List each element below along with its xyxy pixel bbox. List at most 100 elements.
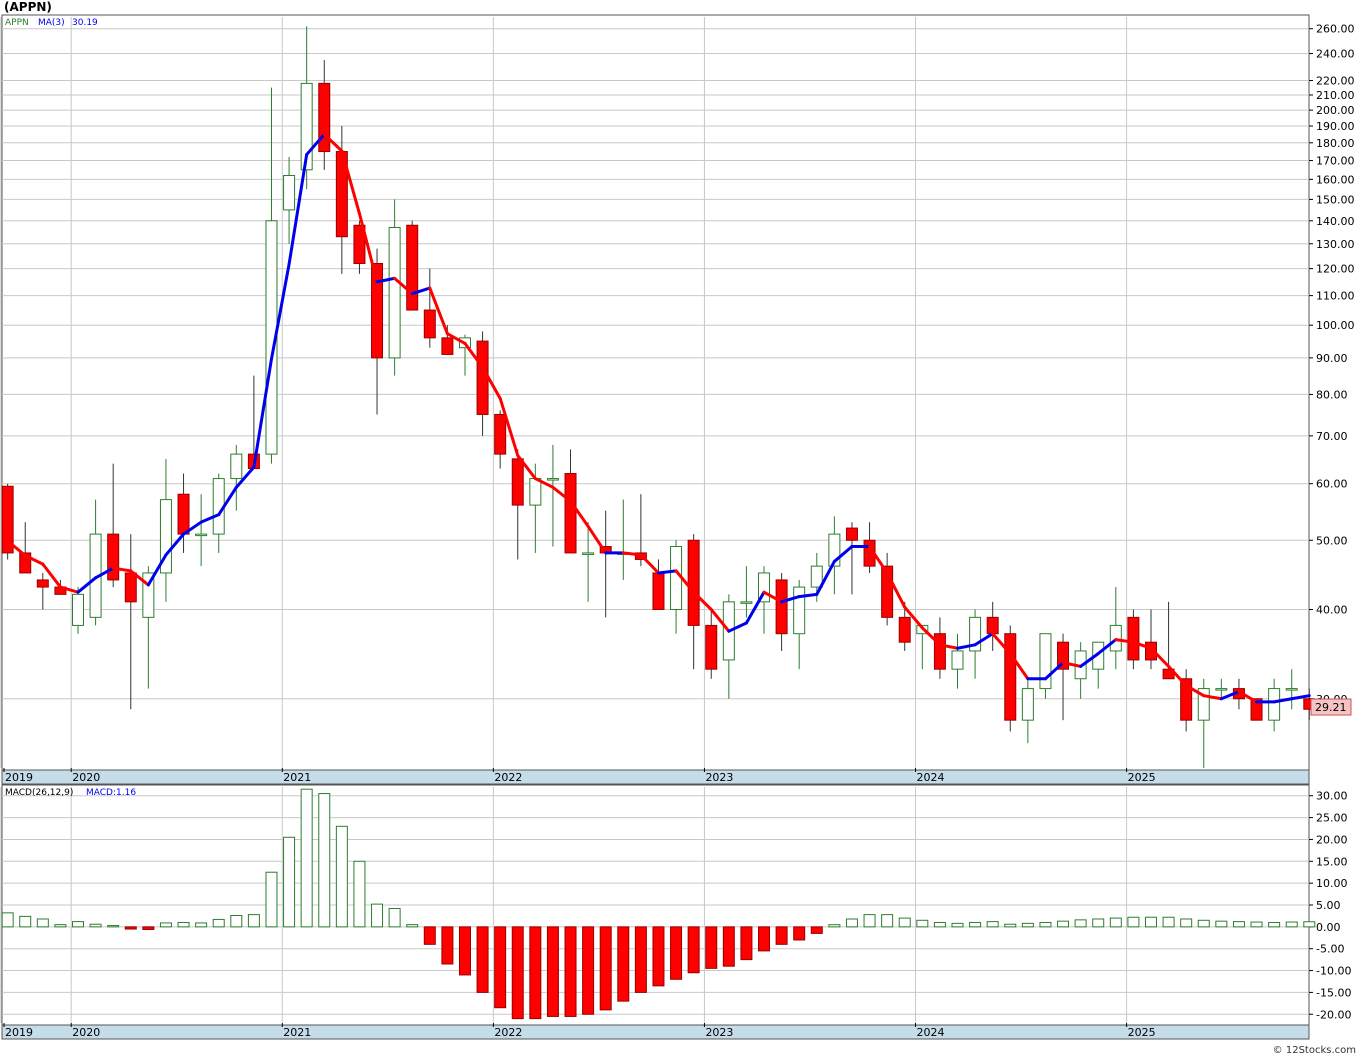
macd-bar — [599, 926, 612, 1011]
candle-body — [898, 616, 911, 643]
macd-bar — [634, 926, 647, 993]
price-tick-label: 120.00 — [1316, 263, 1355, 276]
macd-bar — [212, 918, 225, 928]
macd-bar — [916, 919, 929, 928]
macd-bar — [423, 926, 436, 945]
x-tick-label: 2023 — [705, 1026, 733, 1039]
legend-ma-value: 30.19 — [72, 18, 98, 28]
price-tick-label: 240.00 — [1316, 48, 1355, 61]
candle-body — [107, 533, 120, 581]
candle-body — [1039, 633, 1052, 690]
price-tick-label: 140.00 — [1316, 215, 1355, 228]
legend-ma: MA(3) — [38, 18, 65, 28]
candle-body — [986, 616, 999, 635]
macd-bar — [441, 926, 454, 965]
candle-body — [740, 601, 753, 604]
macd-bar — [124, 926, 137, 930]
macd-bar — [881, 914, 894, 928]
macd-bar — [652, 926, 665, 987]
candle-body — [441, 337, 454, 355]
macd-tick-label: 25.00 — [1316, 812, 1348, 825]
price-tick-label: 160.00 — [1316, 173, 1355, 186]
price-tick-label: 190.00 — [1316, 120, 1355, 133]
price-tick-label: 100.00 — [1316, 319, 1355, 332]
macd-bar — [1092, 918, 1105, 928]
macd-bar — [1, 912, 14, 928]
macd-bar — [1180, 918, 1193, 928]
price-tick-label: 50.00 — [1316, 534, 1348, 547]
macd-bar — [793, 926, 806, 941]
macd-tick-label: 0.00 — [1316, 921, 1341, 934]
macd-bar — [159, 922, 172, 928]
macd-bar — [1144, 916, 1157, 928]
macd-tick-label: -20.00 — [1316, 1008, 1351, 1021]
macd-legend-params: MACD(26,12,9) — [5, 788, 73, 798]
macd-tick-label: 30.00 — [1316, 790, 1348, 803]
price-tick-label: 200.00 — [1316, 104, 1355, 117]
candle-body — [1004, 633, 1017, 721]
macd-bar — [458, 926, 471, 976]
x-tick-label: 2023 — [705, 771, 733, 784]
x-tick-label: 2022 — [494, 1026, 522, 1039]
candle-body — [72, 593, 84, 626]
candle-body — [318, 82, 331, 153]
macd-bar — [1004, 923, 1017, 928]
macd-tick-label: 10.00 — [1316, 877, 1348, 890]
macd-bar — [687, 926, 700, 974]
macd-bar — [36, 918, 49, 928]
macd-bar — [1057, 920, 1070, 928]
macd-bar — [740, 926, 753, 961]
price-tick-label: 80.00 — [1316, 388, 1348, 401]
price-tick-label: 60.00 — [1316, 478, 1348, 491]
macd-bar — [617, 926, 630, 1002]
macd-bar — [476, 926, 489, 993]
macd-bar — [1250, 921, 1263, 928]
macd-x-axis-band — [1, 1024, 1310, 1040]
macd-tick-label: 20.00 — [1316, 833, 1348, 846]
macd-bar — [1232, 921, 1245, 928]
macd-bar — [898, 917, 911, 928]
macd-tick-label: -5.00 — [1316, 943, 1344, 956]
macd-bar — [1303, 921, 1316, 928]
candle-body — [687, 539, 700, 626]
macd-tick-label: -10.00 — [1316, 965, 1351, 978]
macd-bar — [72, 921, 84, 928]
price-tick-label: 220.00 — [1316, 75, 1355, 88]
macd-bar — [177, 921, 190, 928]
candle-body — [670, 546, 683, 610]
ma-segment — [621, 551, 643, 557]
macd-bar — [283, 836, 296, 928]
price-tick-label: 40.00 — [1316, 603, 1348, 616]
price-tick-label: 260.00 — [1316, 23, 1355, 36]
macd-bar — [933, 921, 946, 928]
price-x-axis-band — [1, 769, 1310, 785]
macd-bar — [406, 924, 419, 928]
macd-bar — [986, 921, 999, 928]
macd-bar — [564, 926, 577, 1017]
macd-bar — [265, 871, 278, 928]
chart-canvas: 30.00 40.00 50.00 60.00 70.00 80.00 90.00 100.0… — [0, 14, 1355, 1040]
candle-body — [230, 453, 243, 480]
macd-bar — [1109, 917, 1122, 928]
x-tick-label: 2025 — [1128, 771, 1156, 784]
macd-bar — [230, 914, 243, 928]
price-tick-label: 170.00 — [1316, 155, 1355, 168]
macd-bar — [494, 926, 507, 1009]
candle-body — [283, 175, 296, 211]
macd-bar — [247, 914, 260, 928]
macd-bar — [1215, 920, 1228, 928]
macd-bar — [1268, 921, 1281, 928]
macd-bar — [54, 924, 67, 928]
candle-body — [582, 552, 595, 555]
x-tick-label: 2025 — [1128, 1026, 1156, 1039]
ma-segment — [656, 569, 678, 575]
macd-bar — [19, 915, 32, 928]
candle-body — [511, 458, 524, 506]
macd-bar — [1127, 916, 1140, 928]
macd-bar — [335, 825, 348, 928]
x-tick-label: 2021 — [283, 1026, 311, 1039]
candle-body — [793, 586, 806, 635]
candle-body — [177, 493, 190, 535]
candle-body — [494, 413, 507, 455]
macd-bar — [371, 903, 384, 928]
